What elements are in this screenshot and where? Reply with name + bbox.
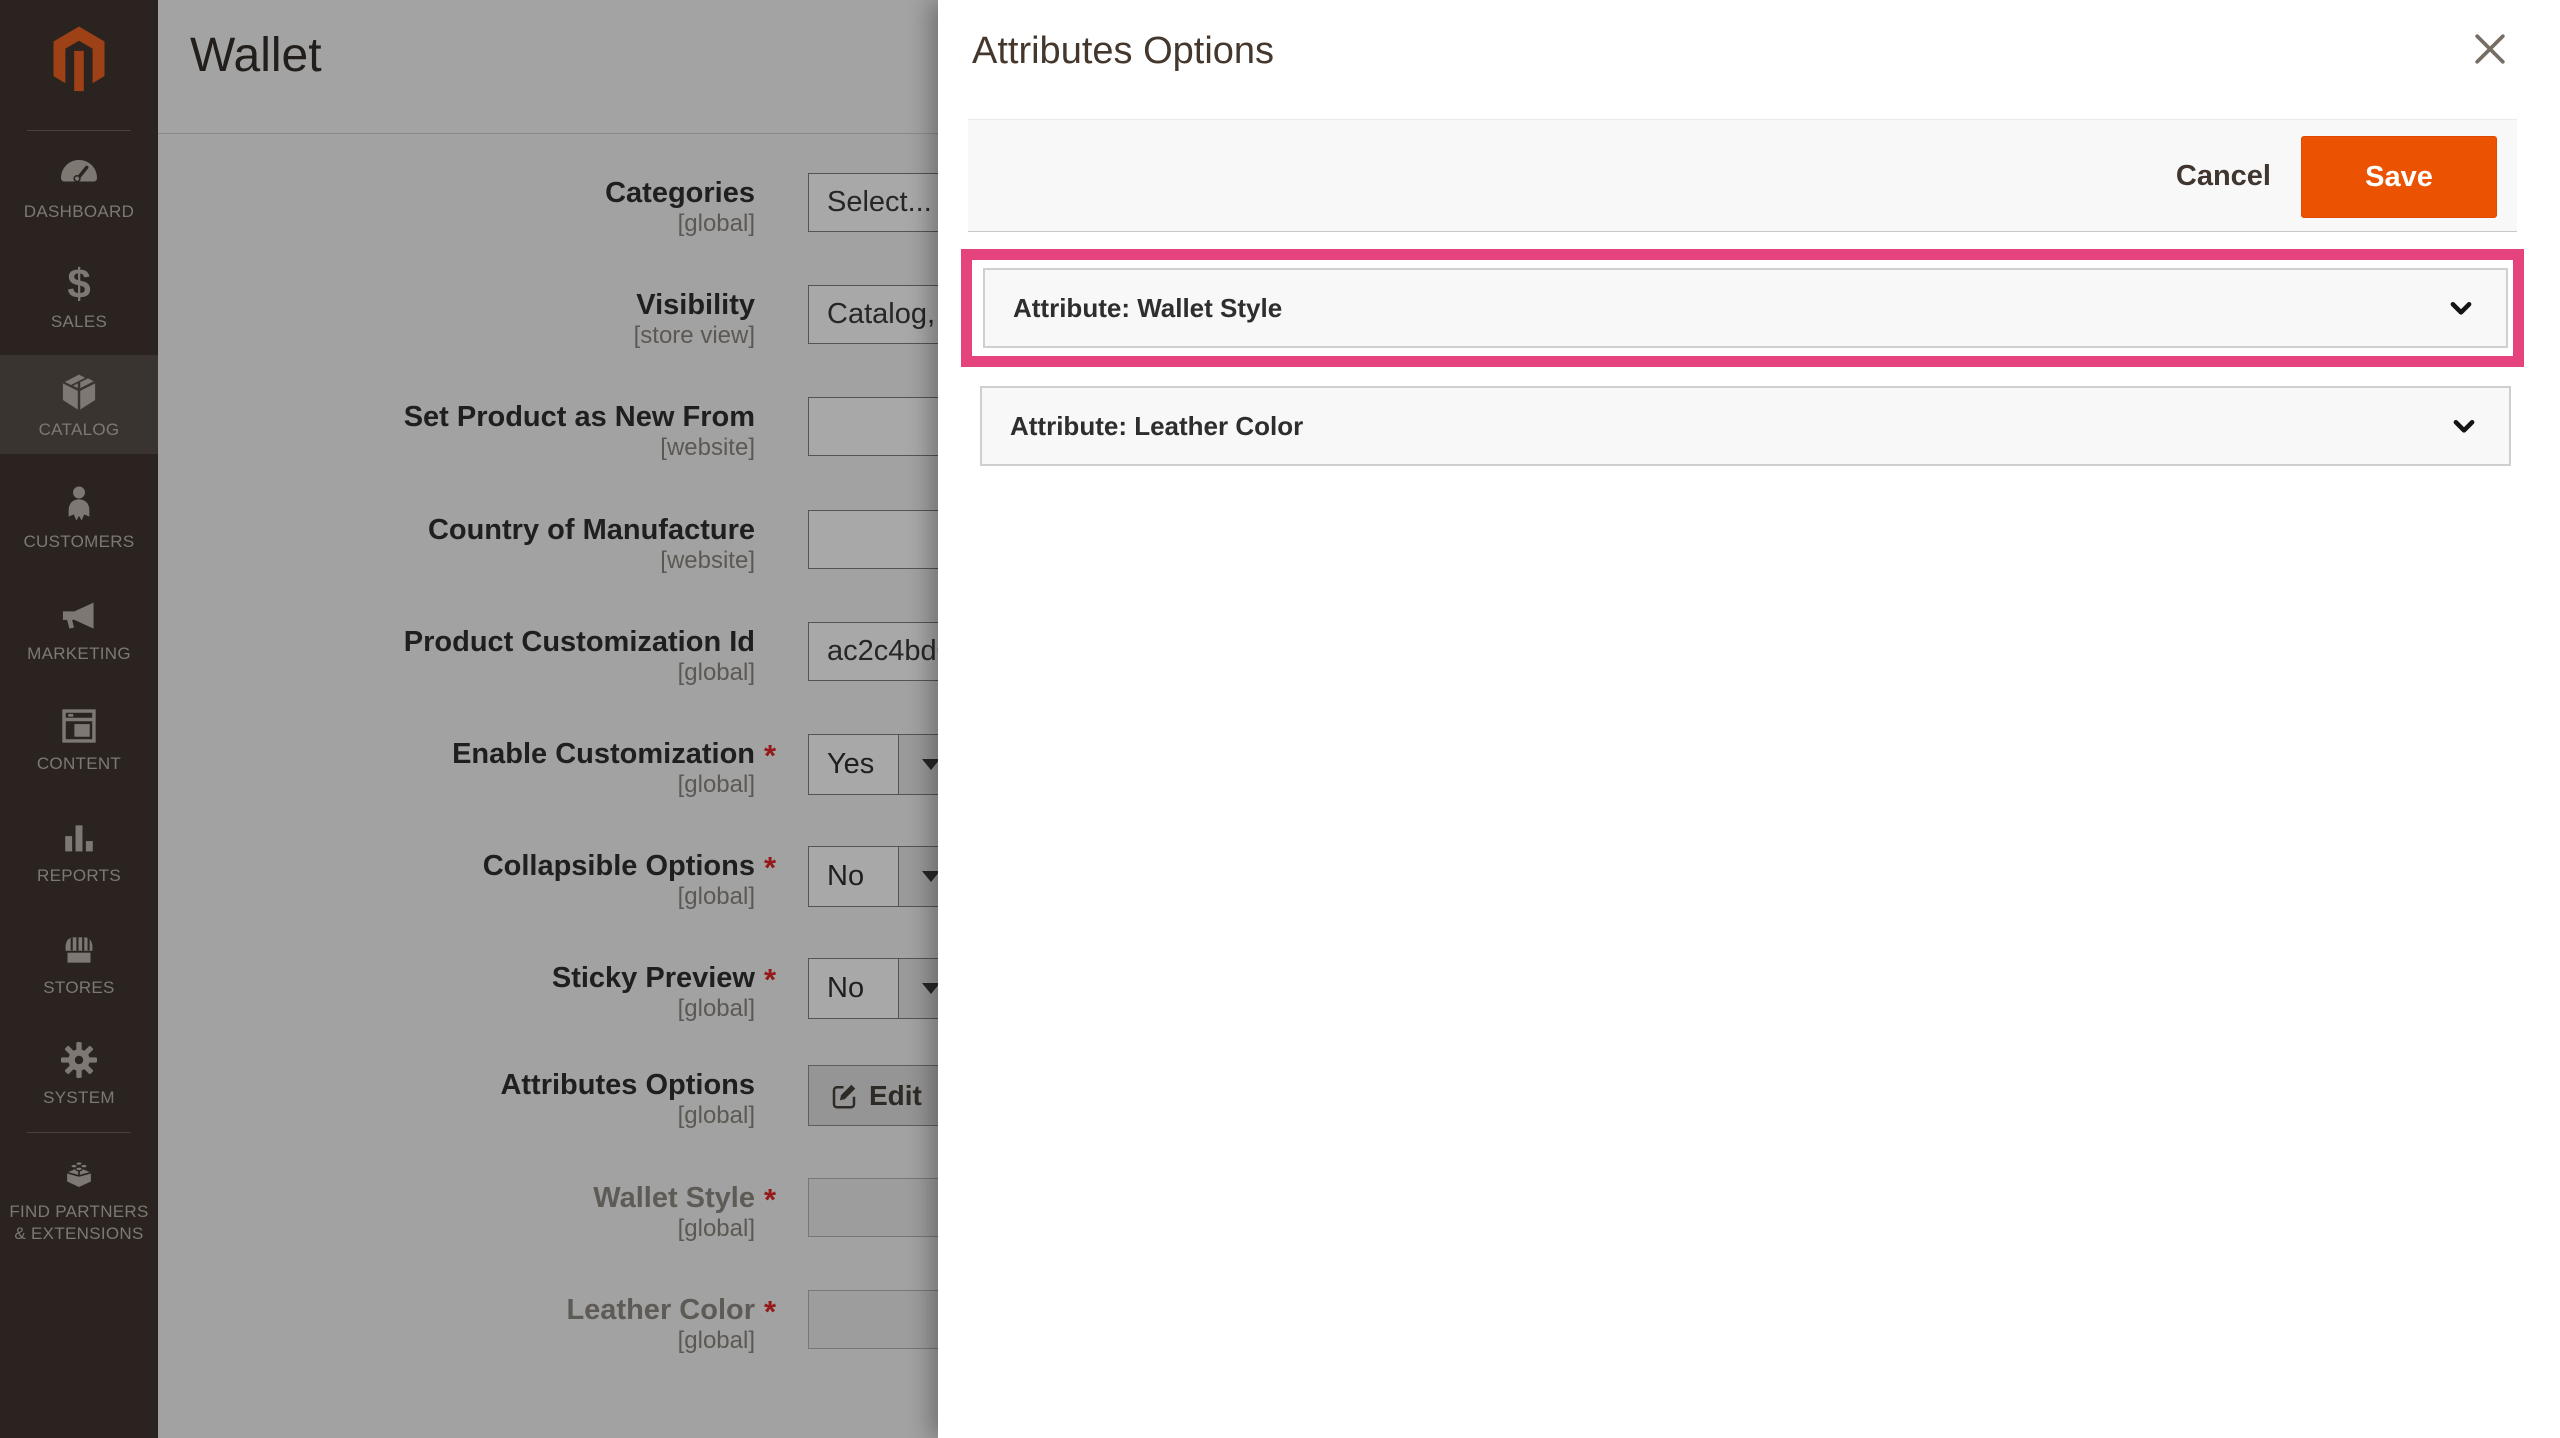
modal-title: Attributes Options (972, 30, 1274, 73)
accordion-leather-color[interactable]: Attribute: Leather Color (980, 386, 2511, 466)
attributes-options-modal: Attributes Options Cancel Save Attribute… (938, 0, 2560, 1438)
chevron-down-icon (2449, 411, 2479, 441)
save-button[interactable]: Save (2301, 136, 2497, 218)
modal-toolbar: Cancel Save (968, 119, 2517, 232)
accordion-wallet-style[interactable]: Attribute: Wallet Style (983, 268, 2508, 348)
chevron-down-icon (2446, 293, 2476, 323)
accordion-label: Attribute: Leather Color (1010, 411, 1303, 442)
close-icon[interactable] (2464, 24, 2516, 76)
accordion-label: Attribute: Wallet Style (1013, 293, 1282, 324)
cancel-button[interactable]: Cancel (2170, 120, 2277, 233)
highlight-ring: Attribute: Wallet Style (961, 249, 2524, 367)
